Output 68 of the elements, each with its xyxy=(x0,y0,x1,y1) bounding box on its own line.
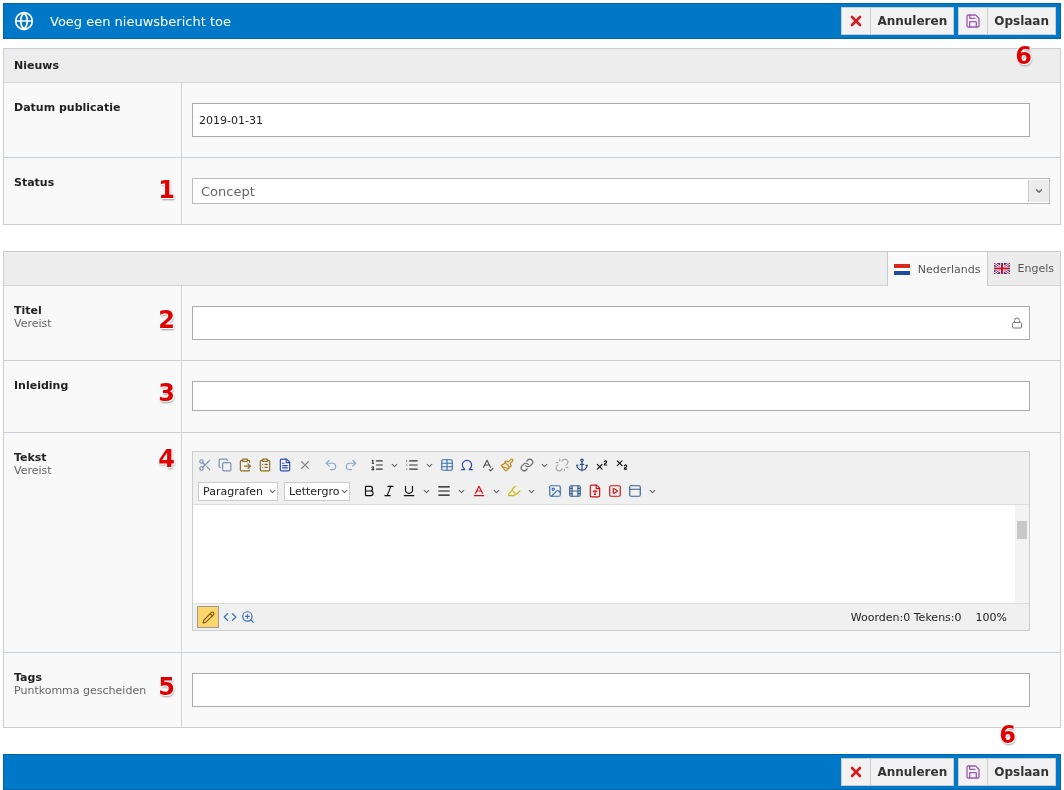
field-label: Tags xyxy=(14,671,42,684)
text-input[interactable]: 2019-01-31 xyxy=(192,103,1030,137)
ordered-list-icon[interactable] xyxy=(370,458,384,472)
bold-icon[interactable] xyxy=(362,484,376,498)
page-title: Voeg een nieuwsbericht toe xyxy=(50,13,232,29)
field-label: Status xyxy=(14,176,55,189)
field-hint: Puntkomma gescheiden xyxy=(14,684,147,697)
annotation-number: 4 xyxy=(158,445,175,473)
annotation-number: 1 xyxy=(158,176,175,204)
annotation-number: 2 xyxy=(158,306,175,334)
text-input[interactable] xyxy=(192,673,1030,707)
word-count: Woorden:0 Tekens:0 xyxy=(850,610,962,624)
save-button[interactable]: Opslaan xyxy=(958,758,1056,786)
save-icon xyxy=(965,13,982,29)
annotation-number: 3 xyxy=(158,379,175,407)
zoom-icon[interactable] xyxy=(241,610,255,624)
spellcheck-icon[interactable] xyxy=(480,458,494,472)
paste-text-icon[interactable] xyxy=(258,458,272,472)
table-icon[interactable] xyxy=(440,458,454,472)
video-icon[interactable] xyxy=(608,484,622,498)
scrollbar[interactable] xyxy=(1015,505,1029,603)
subscript-icon[interactable] xyxy=(615,458,629,472)
text-color-icon[interactable] xyxy=(472,484,486,498)
textarea[interactable] xyxy=(192,381,1030,411)
copy-icon[interactable] xyxy=(218,458,232,472)
scissors-icon[interactable] xyxy=(198,458,212,472)
field-label: Datum publicatie xyxy=(14,101,121,114)
globe-icon xyxy=(14,11,34,31)
lock-icon xyxy=(1011,317,1023,329)
anchor-icon[interactable] xyxy=(575,458,589,472)
field-label: Inleiding xyxy=(14,379,69,392)
field-hint: Vereist xyxy=(14,317,52,330)
format-dropdown[interactable]: Paragrafen xyxy=(198,481,278,501)
field-label: Tekst xyxy=(14,451,47,464)
link-icon[interactable] xyxy=(520,458,534,472)
italic-icon[interactable] xyxy=(382,484,396,498)
field-hint: Vereist xyxy=(14,464,52,477)
save-icon xyxy=(965,764,982,780)
font-size-dropdown[interactable]: Lettergro xyxy=(284,481,350,501)
annotation-number: 5 xyxy=(158,673,175,701)
align-icon[interactable] xyxy=(437,484,451,498)
flag-icon xyxy=(893,263,910,275)
underline-icon[interactable] xyxy=(402,484,416,498)
cancel-button[interactable]: Annuleren xyxy=(841,758,955,786)
brush-icon[interactable] xyxy=(500,458,514,472)
section-title: Nieuws xyxy=(14,59,59,72)
caret-icon[interactable] xyxy=(1034,186,1044,196)
image-icon[interactable] xyxy=(548,484,562,498)
pdf-icon[interactable] xyxy=(588,484,602,498)
superscript-icon[interactable] xyxy=(595,458,609,472)
bullet-list-icon[interactable] xyxy=(405,458,419,472)
zoom-level: 100% xyxy=(975,610,1007,624)
clear-icon[interactable] xyxy=(298,458,312,472)
film-icon[interactable] xyxy=(568,484,582,498)
text-input[interactable] xyxy=(192,306,1030,340)
status-select[interactable]: Concept xyxy=(192,178,1050,204)
template-icon[interactable] xyxy=(628,484,642,498)
field-label: Titel xyxy=(14,304,42,317)
paste-word-icon[interactable] xyxy=(278,458,292,472)
cancel-button[interactable]: Annuleren xyxy=(841,7,955,35)
annotation-number: 6 xyxy=(999,721,1016,749)
annotation-number: 6 xyxy=(1015,42,1032,70)
language-tab[interactable]: Nederlands xyxy=(886,252,987,286)
code-icon[interactable] xyxy=(223,610,237,624)
omega-icon[interactable] xyxy=(460,458,474,472)
paste-icon[interactable] xyxy=(238,458,252,472)
flag-icon xyxy=(993,263,1010,274)
save-button[interactable]: Opslaan xyxy=(958,7,1056,35)
